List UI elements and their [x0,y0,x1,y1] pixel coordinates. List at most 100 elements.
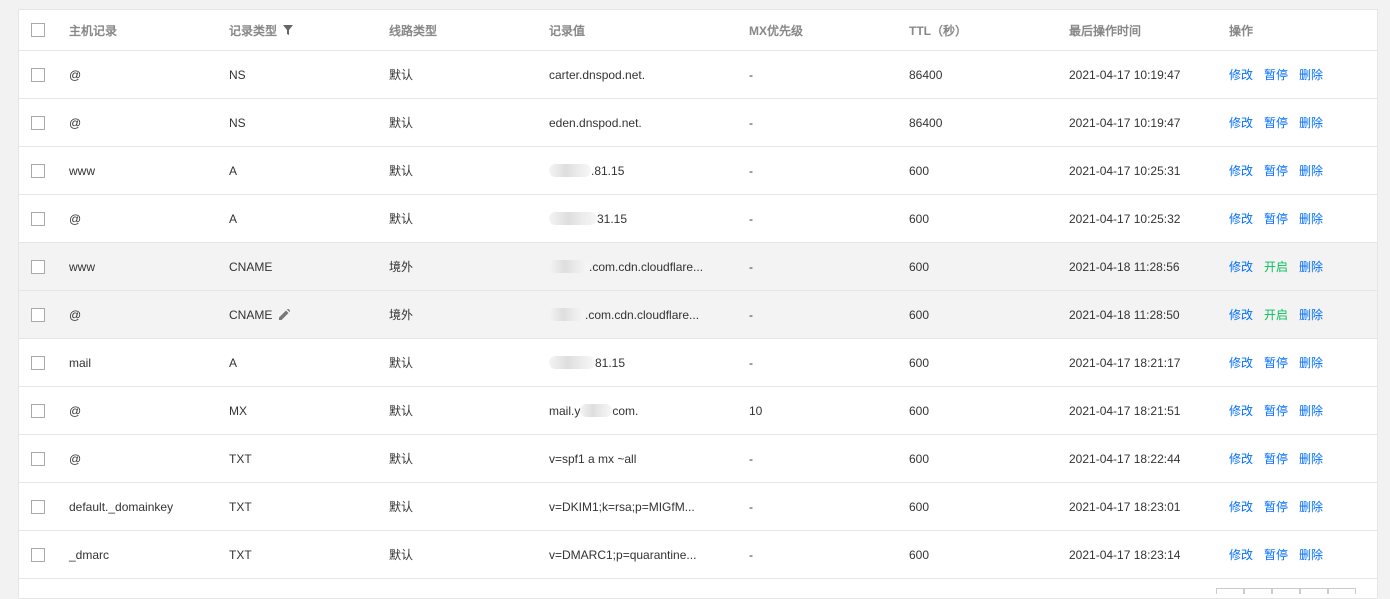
record-value: .com.cdn.cloudflare... [549,291,699,338]
edit-button[interactable]: 修改 [1229,210,1253,227]
record-value: .81.15 [549,147,624,194]
delete-button[interactable]: 删除 [1299,546,1323,563]
record-line: 默认 [389,500,414,514]
record-row: @ NS 默认 eden.dnspod.net. - 86400 2021-04… [19,99,1377,147]
row-checkbox[interactable] [31,499,45,514]
record-ops: 修改 暂停 删除 [1229,51,1334,98]
table-header: 主机记录 记录类型 线路类型 记录值 MX优先级 TTL（秒） 最后操作时间 操… [19,10,1377,51]
record-type-cell: A [229,195,237,242]
record-ops: 修改 暂停 删除 [1229,195,1334,242]
record-time: 2021-04-17 10:19:47 [1069,115,1181,130]
start-button[interactable]: 开启 [1264,306,1288,323]
delete-button[interactable]: 删除 [1299,498,1323,515]
row-checkbox[interactable] [31,403,45,418]
pager-button[interactable] [1272,588,1300,594]
record-value: v=spf1 a mx ~all [549,435,636,482]
delete-button[interactable]: 删除 [1299,258,1323,275]
record-ops: 修改 暂停 删除 [1229,435,1334,482]
record-mx: - [749,115,753,130]
row-checkbox[interactable] [31,259,45,274]
record-ttl: 600 [909,547,930,562]
row-check-cell [31,291,51,338]
record-row: @ A 默认 31.15 - 600 2021-04-17 10:25:32 修… [19,195,1377,243]
delete-button[interactable]: 删除 [1299,306,1323,323]
row-checkbox[interactable] [31,451,45,466]
record-time: 2021-04-17 10:25:31 [1069,163,1181,178]
edit-button[interactable]: 修改 [1229,450,1253,467]
record-type: A [229,211,238,226]
record-host: @ [69,211,82,226]
delete-button[interactable]: 删除 [1299,162,1323,179]
pager-button[interactable] [1328,588,1356,594]
record-row: @ MX 默认 mail.y com. 10 600 2021-04-17 18:… [19,387,1377,435]
record-mx: - [749,307,753,322]
edit-button[interactable]: 修改 [1229,162,1253,179]
pause-button[interactable]: 暂停 [1264,498,1288,515]
record-time: 2021-04-17 18:21:17 [1069,355,1181,370]
edit-button[interactable]: 修改 [1229,546,1253,563]
record-value: 31.15 [549,195,627,242]
edit-button[interactable]: 修改 [1229,498,1253,515]
record-host: www [69,163,95,178]
record-line: 默认 [389,212,414,226]
record-ttl: 600 [909,499,930,514]
row-checkbox[interactable] [31,547,45,562]
edit-button[interactable]: 修改 [1229,306,1253,323]
row-checkbox[interactable] [31,67,45,82]
record-host: mail [69,355,92,370]
edit-button[interactable]: 修改 [1229,354,1253,371]
edit-button[interactable]: 修改 [1229,402,1253,419]
row-check-cell [31,147,51,194]
record-value: eden.dnspod.net. [549,99,642,146]
record-type: NS [229,67,246,82]
header-line: 线路类型 [389,23,438,38]
record-value: v=DMARC1;p=quarantine... [549,531,696,578]
record-host: www [69,259,95,274]
row-checkbox[interactable] [31,115,45,130]
pause-button[interactable]: 暂停 [1264,450,1288,467]
pager-button[interactable] [1244,588,1272,594]
record-type-cell: TXT [229,435,252,482]
pager-button[interactable] [1300,588,1328,594]
pause-button[interactable]: 暂停 [1264,354,1288,371]
record-type: A [229,355,238,370]
record-type-cell: A [229,147,237,194]
select-all-checkbox[interactable] [31,23,45,37]
record-type-cell: NS [229,51,246,98]
delete-button[interactable]: 删除 [1299,66,1323,83]
row-checkbox[interactable] [31,355,45,370]
row-checkbox[interactable] [31,163,45,178]
edit-button[interactable]: 修改 [1229,114,1253,131]
record-line: 默认 [389,452,414,466]
delete-button[interactable]: 删除 [1299,450,1323,467]
row-checkbox[interactable] [31,307,45,322]
filter-icon[interactable] [283,25,294,35]
record-line: 默认 [389,164,414,178]
delete-button[interactable]: 删除 [1299,354,1323,371]
record-ttl: 600 [909,259,930,274]
delete-button[interactable]: 删除 [1299,210,1323,227]
edit-button[interactable]: 修改 [1229,258,1253,275]
record-type-cell: CNAME [229,243,272,290]
record-type: TXT [229,499,252,514]
pager-button[interactable] [1216,588,1244,594]
row-checkbox[interactable] [31,211,45,226]
record-ttl: 600 [909,403,930,418]
start-button[interactable]: 开启 [1264,258,1288,275]
pause-button[interactable]: 暂停 [1264,162,1288,179]
pause-button[interactable]: 暂停 [1264,210,1288,227]
pencil-icon[interactable] [279,309,291,320]
pause-button[interactable]: 暂停 [1264,546,1288,563]
record-host: @ [69,307,82,322]
pause-button[interactable]: 暂停 [1264,66,1288,83]
pause-button[interactable]: 暂停 [1264,114,1288,131]
record-time: 2021-04-18 11:28:50 [1069,307,1180,322]
record-ops: 修改 开启 删除 [1229,291,1334,338]
delete-button[interactable]: 删除 [1299,114,1323,131]
edit-button[interactable]: 修改 [1229,66,1253,83]
pause-button[interactable]: 暂停 [1264,402,1288,419]
delete-button[interactable]: 删除 [1299,402,1323,419]
record-type-cell: TXT [229,531,252,578]
record-value-text: v=DKIM1;k=rsa;p=MIGfM... [549,499,695,514]
row-check-cell [31,339,51,386]
